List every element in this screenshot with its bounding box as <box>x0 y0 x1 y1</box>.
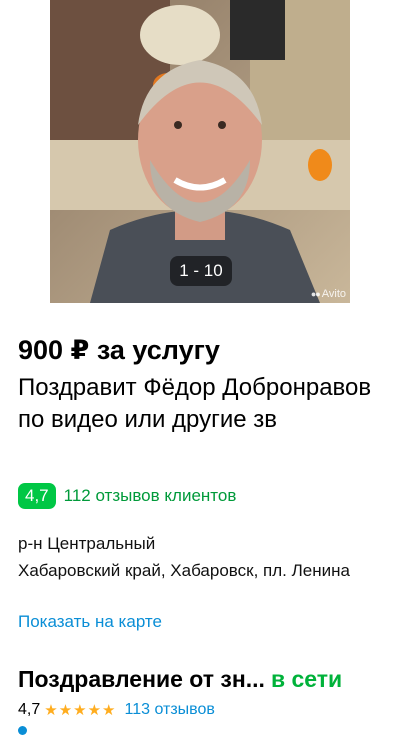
address-block: р-н Центральный Хабаровский край, Хабаро… <box>18 530 388 584</box>
seller-name[interactable]: Поздравление от зн... <box>18 666 265 693</box>
photo-gallery[interactable]: 1 - 10 ●● Avito <box>0 0 400 306</box>
avito-logo-icon: ●● <box>310 289 321 299</box>
show-on-map-link[interactable]: Показать на карте <box>18 612 162 632</box>
seller-rating-row[interactable]: 4,7 ★★★★★ 113 отзывов <box>18 701 215 719</box>
star-rating-icon: ★★★★★ <box>44 702 117 719</box>
rating-row[interactable]: 4,7 112 отзывов клиентов <box>18 483 236 509</box>
photo-counter: 1 - 10 <box>170 256 232 286</box>
seller-rating-value: 4,7 <box>18 701 41 718</box>
online-status: в сети <box>270 666 343 692</box>
district-label: р-н Центральный <box>18 534 156 553</box>
seller-reviews-link[interactable]: 113 отзывов <box>125 701 215 719</box>
listing-title: Поздравит Фёдор Добронравов по видео или… <box>18 374 372 433</box>
watermark-label: Avito <box>321 288 346 300</box>
seller-header[interactable]: Поздравление от зн... в сети <box>18 666 388 693</box>
reviews-link[interactable]: 112 отзывов клиентов <box>64 486 237 506</box>
avito-watermark: ●● Avito <box>311 288 346 300</box>
listing-price: 900 ₽ за услугу <box>18 335 220 365</box>
rating-badge: 4,7 <box>18 483 56 509</box>
full-address: Хабаровский край, Хабаровск, пл. Ленина <box>18 561 350 580</box>
next-section-icon <box>18 726 27 735</box>
